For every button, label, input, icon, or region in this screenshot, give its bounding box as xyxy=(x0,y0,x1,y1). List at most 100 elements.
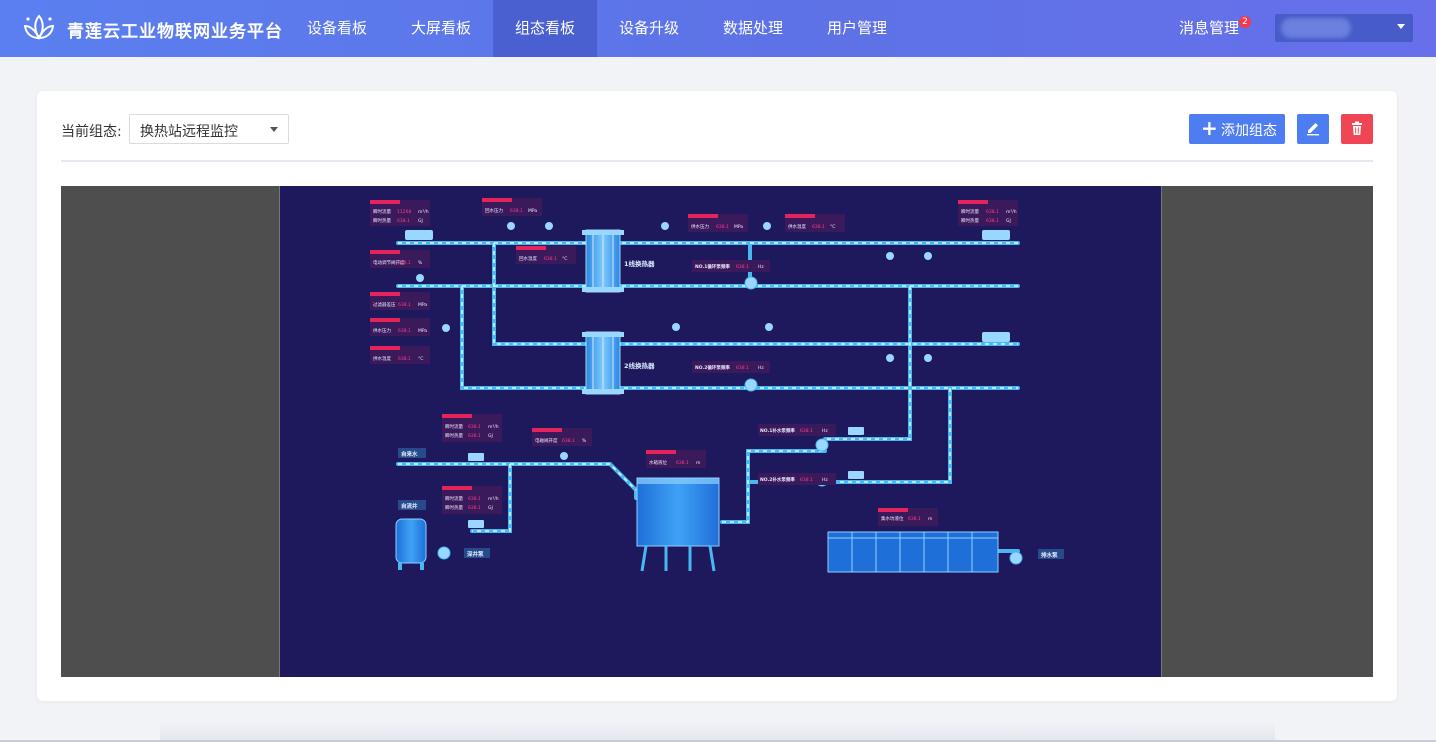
svg-text:供水压力: 供水压力 xyxy=(373,327,391,334)
exchanger1-label: 1线换热器 xyxy=(624,259,655,268)
edit-scada-button[interactable] xyxy=(1297,114,1329,144)
svg-text:°C: °C xyxy=(418,356,423,362)
svg-text:m: m xyxy=(696,461,700,466)
nav-user-management[interactable]: 用户管理 xyxy=(813,0,901,57)
svg-text:Hz: Hz xyxy=(822,477,828,483)
lotus-logo-icon xyxy=(23,14,55,40)
svg-text:°C: °C xyxy=(830,224,835,230)
pencil-icon xyxy=(1307,123,1319,136)
heat-exchanger-1 xyxy=(582,229,624,293)
svg-text:NO.2循环泵频率: NO.2循环泵频率 xyxy=(695,364,730,371)
svg-text:瞬时流量: 瞬时流量 xyxy=(373,208,391,215)
svg-text:638.1: 638.1 xyxy=(398,260,411,266)
svg-text:%: % xyxy=(418,260,423,266)
svg-text:638.1: 638.1 xyxy=(468,505,481,511)
svg-text:供水压力: 供水压力 xyxy=(691,223,709,230)
svg-text:MPa: MPa xyxy=(734,224,743,230)
scada-canvas: 1线换热器 2线换热器 瞬时流量 11268 m³/h 瞬时热量 638.1 G… xyxy=(61,186,1373,677)
svg-text:m³/h: m³/h xyxy=(488,496,499,502)
chevron-down-icon xyxy=(1397,24,1405,29)
svg-text:瞬时热量: 瞬时热量 xyxy=(961,217,979,224)
svg-text:638.1: 638.1 xyxy=(676,460,689,466)
svg-text:供水温度: 供水温度 xyxy=(788,223,806,230)
toolbar-divider xyxy=(61,160,1373,162)
svg-text:638.1: 638.1 xyxy=(800,428,813,434)
add-scada-label: 添加组态 xyxy=(1221,123,1277,139)
svg-text:MPa: MPa xyxy=(528,208,537,214)
svg-text:深井泵: 深井泵 xyxy=(467,550,484,558)
deep-well-tank xyxy=(395,518,427,570)
svg-text:°C: °C xyxy=(562,256,567,262)
trash-icon xyxy=(1352,121,1362,135)
svg-text:638.1: 638.1 xyxy=(986,209,999,215)
collection-pit xyxy=(827,531,999,573)
svg-text:638.1: 638.1 xyxy=(800,477,813,483)
svg-text:638.1: 638.1 xyxy=(736,264,749,270)
svg-text:638.1: 638.1 xyxy=(986,218,999,224)
delete-scada-button[interactable] xyxy=(1341,114,1373,144)
main-card: 当前组态: 换热站远程监控 + 添加组态 1线换热器 2线换热器 瞬时流量 11… xyxy=(37,91,1397,701)
svg-text:638.1: 638.1 xyxy=(812,224,825,230)
svg-text:Hz: Hz xyxy=(758,264,764,270)
svg-text:638.1: 638.1 xyxy=(468,496,481,502)
svg-text:MPa: MPa xyxy=(418,328,427,334)
svg-text:11268: 11268 xyxy=(397,209,411,215)
svg-text:638.1: 638.1 xyxy=(468,424,481,430)
svg-text:638.1: 638.1 xyxy=(398,328,411,334)
svg-text:NO.2补水泵频率: NO.2补水泵频率 xyxy=(760,476,795,483)
nav-data-processing[interactable]: 数据处理 xyxy=(709,0,797,57)
scada-select[interactable]: 换热站远程监控 xyxy=(129,114,289,144)
heat-exchange-station-diagram[interactable]: 1线换热器 2线换热器 瞬时流量 11268 m³/h 瞬时热量 638.1 G… xyxy=(279,186,1162,677)
svg-text:瞬时热量: 瞬时热量 xyxy=(445,432,463,439)
svg-text:瞬时流量: 瞬时流量 xyxy=(445,423,463,430)
svg-text:过滤器差压: 过滤器差压 xyxy=(373,301,396,308)
svg-text:排水泵: 排水泵 xyxy=(1041,551,1058,559)
svg-text:回水温度: 回水温度 xyxy=(519,255,537,262)
svg-text:NO.1补水泵频率: NO.1补水泵频率 xyxy=(760,427,795,434)
svg-text:水箱液位: 水箱液位 xyxy=(649,459,667,466)
svg-text:m³/h: m³/h xyxy=(418,209,429,215)
current-scada-label: 当前组态: xyxy=(61,124,122,140)
svg-text:瞬时流量: 瞬时流量 xyxy=(961,208,979,215)
svg-text:638.1: 638.1 xyxy=(468,433,481,439)
svg-text:集水坑液位: 集水坑液位 xyxy=(881,515,904,522)
svg-text:Hz: Hz xyxy=(822,428,828,434)
nav-device-dashboard[interactable]: 设备看板 xyxy=(293,0,381,57)
svg-text:638.1: 638.1 xyxy=(397,218,410,224)
brand-title: 青莲云工业物联网业务平台 xyxy=(67,22,283,42)
svg-text:Hz: Hz xyxy=(758,365,764,371)
heat-exchanger-2 xyxy=(582,331,624,395)
svg-text:MPa: MPa xyxy=(418,302,427,308)
svg-text:%: % xyxy=(582,438,587,444)
message-count-badge: 2 xyxy=(1239,16,1251,28)
message-management-link[interactable]: 消息管理 xyxy=(1179,0,1239,57)
add-scada-button[interactable]: + 添加组态 xyxy=(1189,114,1285,144)
svg-text:638.1: 638.1 xyxy=(544,256,557,262)
svg-text:638.1: 638.1 xyxy=(716,224,729,230)
water-tank xyxy=(636,477,720,572)
svg-text:638.1: 638.1 xyxy=(736,365,749,371)
svg-text:m³/h: m³/h xyxy=(488,424,499,430)
svg-text:m: m xyxy=(928,517,932,522)
svg-text:瞬时流量: 瞬时流量 xyxy=(445,495,463,502)
svg-text:瞬时热量: 瞬时热量 xyxy=(445,504,463,511)
scada-select-value: 换热站远程监控 xyxy=(140,124,238,140)
svg-text:回水压力: 回水压力 xyxy=(485,207,503,214)
avatar xyxy=(1281,18,1351,38)
svg-text:NO.1循环泵频率: NO.1循环泵频率 xyxy=(695,263,730,270)
svg-text:供水温度: 供水温度 xyxy=(373,355,391,362)
svg-text:638.1: 638.1 xyxy=(398,356,411,362)
nav-bigscreen-dashboard[interactable]: 大屏看板 xyxy=(397,0,485,57)
svg-text:638.1: 638.1 xyxy=(562,438,575,444)
svg-text:电磁阀开度: 电磁阀开度 xyxy=(535,437,558,444)
user-menu[interactable] xyxy=(1275,14,1413,42)
svg-text:自来水: 自来水 xyxy=(401,450,418,458)
svg-text:瞬时热量: 瞬时热量 xyxy=(373,217,391,224)
chevron-down-icon xyxy=(270,127,278,132)
nav-device-upgrade[interactable]: 设备升级 xyxy=(605,0,693,57)
svg-text:GJ: GJ xyxy=(488,433,493,439)
nav-scada-dashboard[interactable]: 组态看板 xyxy=(493,0,597,57)
svg-text:638.1: 638.1 xyxy=(398,302,411,308)
svg-text:m³/h: m³/h xyxy=(1006,209,1017,215)
svg-text:GJ: GJ xyxy=(488,505,493,511)
